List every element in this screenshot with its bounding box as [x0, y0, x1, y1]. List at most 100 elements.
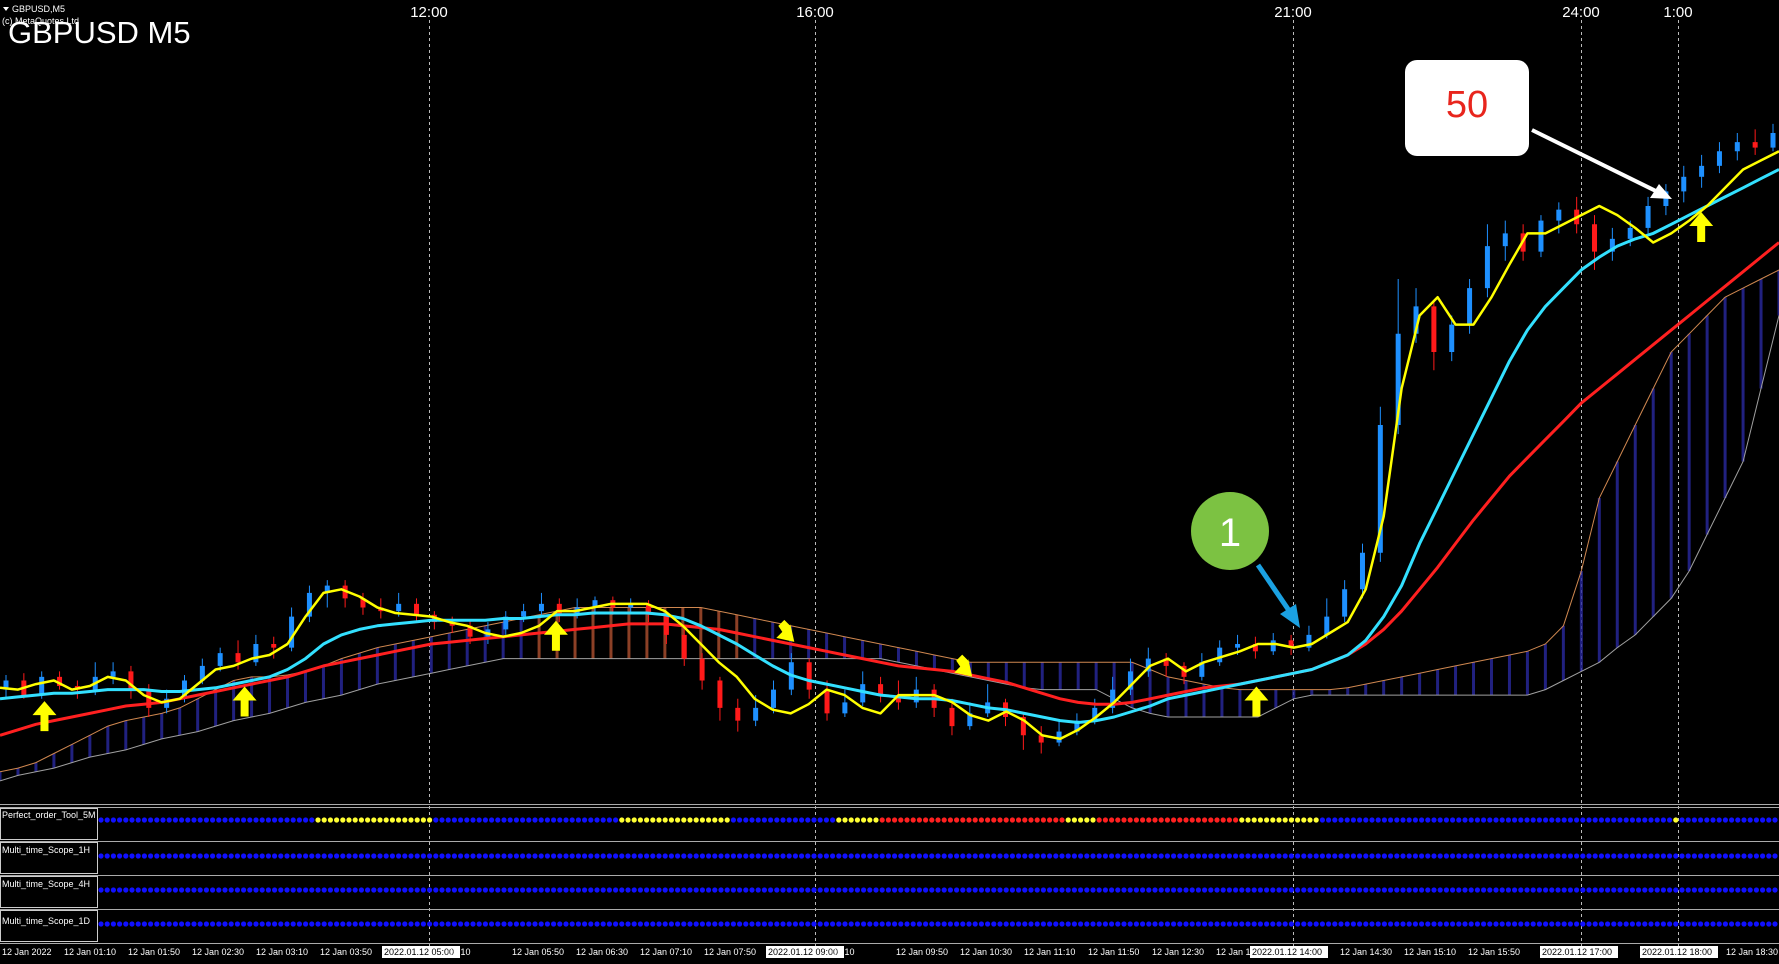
indicator-dot	[575, 817, 582, 823]
indicator-dot	[867, 817, 873, 823]
indicator-dot	[947, 817, 954, 823]
bottom-time-label: 12 Jan 07:10	[640, 947, 692, 957]
indicator-dot	[321, 887, 327, 893]
indicator-dot	[396, 817, 402, 823]
indicator-dot	[303, 887, 309, 893]
indicator-dot	[1543, 817, 1549, 823]
indicator-dot	[947, 887, 954, 893]
bottom-time-label: 12 Jan 03:10	[256, 947, 308, 957]
bull-candle	[289, 616, 295, 648]
indicator-dot	[1481, 887, 1487, 893]
indicator-dot	[265, 921, 271, 927]
indicator-dot	[786, 887, 792, 893]
indicator-dot	[489, 887, 495, 893]
indicator-dot	[1667, 921, 1673, 927]
indicator-dot	[1673, 887, 1679, 893]
indicator-dot	[1691, 817, 1697, 823]
indicator-dot	[1177, 817, 1183, 823]
indicator-dot	[315, 887, 321, 893]
price-chart[interactable]: 12:00 16:00 21:00 24:00 1:00 GBPUSD,M5 (…	[0, 0, 1779, 964]
indicator-dot	[1766, 887, 1772, 893]
indicator-dot	[1766, 853, 1772, 859]
indicator-dot	[278, 921, 284, 927]
indicator-dot	[718, 887, 724, 893]
indicator-dot	[1102, 853, 1108, 859]
indicator-dot	[247, 921, 253, 927]
indicator-dot	[1344, 921, 1350, 927]
indicator-dot	[451, 817, 457, 823]
indicator-dot	[1698, 853, 1704, 859]
indicator-dot	[1555, 817, 1561, 823]
bottom-time-label: 09:10	[832, 947, 855, 957]
indicator-dot	[1059, 887, 1065, 893]
indicator-dot	[1009, 817, 1016, 823]
indicator-dot	[1772, 921, 1778, 927]
bull-candle	[1502, 233, 1508, 247]
indicator-dot	[1406, 853, 1412, 859]
indicator-dot	[439, 921, 445, 927]
indicator-dot	[123, 921, 129, 927]
indicator-dot	[761, 817, 768, 823]
indicator-dot	[334, 921, 340, 927]
indicator-dot	[972, 887, 978, 893]
indicator-dot	[513, 921, 520, 927]
bull-candle	[253, 644, 259, 663]
indicator-dot	[1202, 853, 1208, 859]
indicator-dot	[1660, 921, 1666, 927]
indicator-dot	[1605, 853, 1611, 859]
indicator-dot	[104, 853, 110, 859]
indicator-dot	[1369, 817, 1375, 823]
indicator-dot	[575, 921, 582, 927]
indicator-dot	[501, 853, 507, 859]
indicator-dot	[1704, 887, 1710, 893]
indicator-dot	[966, 817, 972, 823]
bear-candle	[699, 658, 705, 681]
indicator-dot	[947, 921, 954, 927]
indicator-dot	[377, 853, 383, 859]
indicator-dot	[544, 817, 551, 823]
indicator-dot	[848, 921, 854, 927]
indicator-dot	[526, 817, 532, 823]
indicator-dot	[569, 853, 575, 859]
indicator-dot	[216, 887, 222, 893]
indicator-dot	[991, 817, 997, 823]
indicator-dot	[842, 921, 848, 927]
indicator-dot	[1437, 921, 1443, 927]
indicator-dot	[737, 853, 743, 859]
indicator-dot	[1493, 817, 1499, 823]
indicator-dot	[117, 817, 123, 823]
indicator-dot	[365, 887, 371, 893]
indicator-dot	[104, 817, 110, 823]
indicator-dot	[427, 853, 433, 859]
indicator-dot	[1654, 887, 1660, 893]
bear-candle	[1752, 142, 1758, 148]
indicator-dot	[1028, 853, 1034, 859]
indicator-dot	[1375, 817, 1381, 823]
indicator-dot	[141, 921, 147, 927]
indicator-dot	[879, 853, 885, 859]
indicator-dot	[383, 921, 389, 927]
indicator-dot	[123, 853, 129, 859]
indicator-dot	[1016, 921, 1022, 927]
indicator-dot	[1611, 817, 1617, 823]
indicator-dot	[1326, 853, 1332, 859]
indicator-dot	[1053, 853, 1059, 859]
indicator-dot	[923, 921, 929, 927]
indicator-dot	[1561, 853, 1567, 859]
indicator-dot	[222, 817, 228, 823]
bear-candle	[806, 662, 812, 690]
bottom-time-label: 12 Jan 03:50	[320, 947, 372, 957]
bull-candle	[1770, 133, 1776, 148]
indicator-dot	[749, 853, 755, 859]
bottom-time-label: 12 Jan 01:10	[64, 947, 116, 957]
indicator-dot	[637, 853, 644, 859]
indicator-dot	[1096, 887, 1102, 893]
bull-candle	[1324, 616, 1330, 635]
indicator-dot	[842, 817, 848, 823]
indicator-dot	[489, 853, 495, 859]
indicator-dot	[1648, 853, 1654, 859]
symbol-title: GBPUSD M5	[8, 15, 191, 50]
bottom-time-label: 12 Jan 14:30	[1340, 947, 1392, 957]
bottom-time-label: 12 Jan 15:10	[1404, 947, 1456, 957]
indicator-dot	[830, 817, 836, 823]
